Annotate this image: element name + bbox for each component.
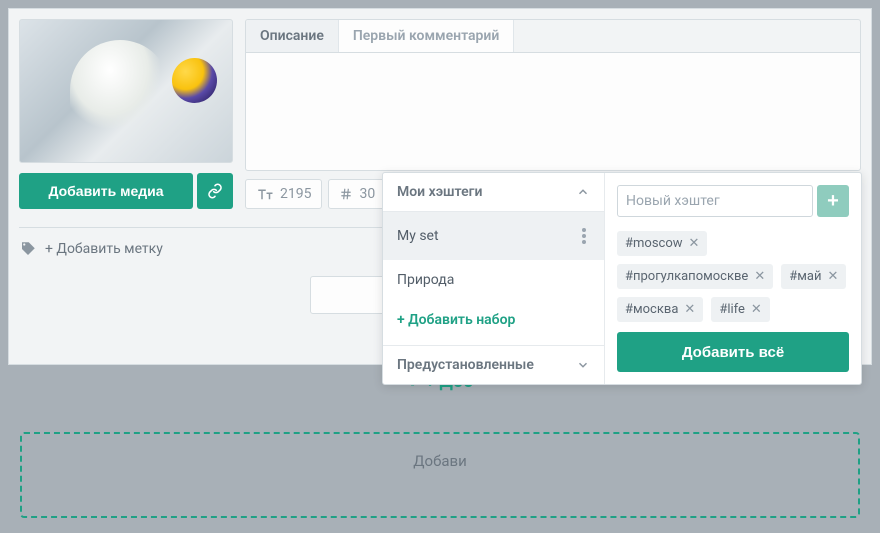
- set-item-label: My set: [397, 228, 439, 244]
- media-column: Добавить медиа: [19, 19, 233, 209]
- add-media-button[interactable]: Добавить медиа: [19, 173, 193, 209]
- close-icon[interactable]: ✕: [689, 236, 700, 251]
- my-hashtags-header[interactable]: Мои хэштеги: [383, 173, 604, 212]
- close-icon[interactable]: ✕: [684, 302, 695, 317]
- hash-count-value: 30: [359, 186, 375, 202]
- tab-first-comment[interactable]: Первый комментарий: [339, 20, 515, 52]
- tab-description[interactable]: Описание: [246, 20, 339, 52]
- hash-icon: [339, 187, 353, 201]
- dots-icon[interactable]: [578, 224, 590, 248]
- chevron-up-icon: [576, 185, 590, 199]
- tag-icon: [19, 240, 37, 258]
- hashtag-sets-list: My set Природа + Добавить набор: [383, 212, 604, 345]
- chip-label: #life: [719, 302, 745, 317]
- presets-title: Предустановленные: [397, 357, 534, 373]
- char-count-value: 2195: [280, 186, 311, 202]
- close-icon[interactable]: ✕: [827, 269, 838, 284]
- add-set-label: + Добавить набор: [397, 312, 515, 328]
- link-icon: [207, 183, 223, 199]
- hashtag-chip[interactable]: #москва ✕: [617, 297, 703, 322]
- hashtag-chips-column: + #moscow ✕ #прогулкапомоскве ✕ #май ✕ #мос…: [605, 173, 861, 384]
- close-icon[interactable]: ✕: [751, 302, 762, 317]
- hashtag-chip[interactable]: #life ✕: [711, 297, 770, 322]
- editor-tabs: Описание Первый комментарий: [245, 19, 861, 52]
- add-label-text: + Добавить метку: [45, 241, 163, 257]
- hashtag-chips: #moscow ✕ #прогулкапомоскве ✕ #май ✕ #москв…: [617, 231, 849, 322]
- add-set-button[interactable]: + Добавить набор: [383, 300, 604, 340]
- chip-label: #москва: [625, 302, 678, 317]
- description-textarea[interactable]: [245, 52, 861, 171]
- media-thumbnail[interactable]: [19, 19, 233, 163]
- set-item-label: Природа: [397, 272, 454, 288]
- close-icon[interactable]: ✕: [754, 269, 765, 284]
- chip-label: #май: [789, 269, 821, 284]
- hashtag-popover: Мои хэштеги My set Природа + Добавить на…: [382, 172, 862, 385]
- chevron-down-icon: [576, 358, 590, 372]
- add-dropzone[interactable]: Добави: [20, 432, 860, 518]
- set-item-myset[interactable]: My set: [383, 212, 604, 260]
- char-counter: 2195: [245, 179, 322, 209]
- hashtag-sets-column: Мои хэштеги My set Природа + Добавить на…: [383, 173, 605, 384]
- add-hashtag-button[interactable]: +: [817, 185, 849, 217]
- media-buttons-row: Добавить медиа: [19, 173, 233, 209]
- hashtag-chip[interactable]: #moscow ✕: [617, 231, 707, 256]
- add-dropzone-label: Добави: [413, 452, 467, 470]
- hashtag-chip[interactable]: #май ✕: [781, 264, 846, 289]
- my-hashtags-title: Мои хэштеги: [397, 184, 482, 200]
- new-hashtag-input[interactable]: [617, 185, 813, 217]
- hash-counter: 30: [328, 179, 386, 209]
- text-size-icon: [256, 187, 274, 201]
- chip-label: #прогулкапомоскве: [625, 269, 748, 284]
- set-item-nature[interactable]: Природа: [383, 260, 604, 300]
- add-all-button[interactable]: Добавить всё: [617, 332, 849, 372]
- chip-label: #moscow: [625, 236, 683, 251]
- attach-link-button[interactable]: [197, 173, 233, 209]
- new-hashtag-row: +: [617, 185, 849, 217]
- presets-header[interactable]: Предустановленные: [383, 345, 604, 384]
- hashtag-chip[interactable]: #прогулкапомоскве ✕: [617, 264, 773, 289]
